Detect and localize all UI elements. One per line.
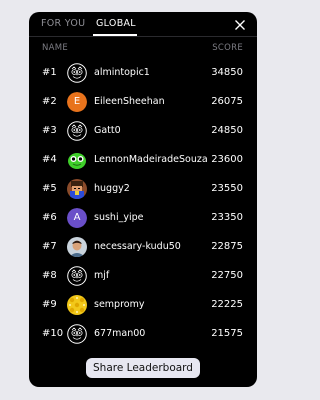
tab-global[interactable]: GLOBAL bbox=[96, 18, 136, 30]
active-tab-indicator bbox=[93, 34, 137, 36]
score-value: 22750 bbox=[211, 270, 243, 281]
avatar-letter[interactable]: A bbox=[67, 208, 87, 228]
score-value: 22875 bbox=[211, 241, 243, 252]
score-value: 23600 bbox=[211, 154, 243, 165]
username[interactable]: almintopic1 bbox=[94, 67, 150, 79]
username[interactable]: necessary-kudu50 bbox=[94, 241, 181, 253]
column-header-score: SCORE bbox=[212, 43, 243, 53]
score-value: 22225 bbox=[211, 299, 243, 310]
username[interactable]: LennonMadeiradeSouza bbox=[94, 154, 208, 166]
owl-icon[interactable] bbox=[67, 266, 87, 286]
rank-label: #2 bbox=[42, 96, 57, 107]
rank-label: #5 bbox=[42, 183, 57, 194]
username[interactable]: sushi_yipe bbox=[94, 212, 143, 224]
avatar-initial: E bbox=[67, 92, 87, 112]
rank-label: #4 bbox=[42, 154, 57, 165]
leaderboard-row[interactable]: #1 almintopic1 34850 bbox=[29, 59, 257, 88]
avatar-initial: A bbox=[67, 208, 87, 228]
username[interactable]: Gatt0 bbox=[94, 125, 121, 137]
leaderboard-panel: FOR YOU GLOBAL NAME SCORE #1 almintopic1 3… bbox=[29, 12, 257, 387]
rank-label: #3 bbox=[42, 125, 57, 136]
leaderboard-row[interactable]: #10 677man00 21575 bbox=[29, 320, 257, 349]
person-photo-avatar[interactable] bbox=[67, 237, 87, 257]
leaderboard-row[interactable]: #3 Gatt0 24850 bbox=[29, 117, 257, 146]
green-creature-icon[interactable] bbox=[67, 150, 87, 170]
rank-label: #9 bbox=[42, 299, 57, 310]
rank-label: #1 bbox=[42, 67, 57, 78]
score-value: 24850 bbox=[211, 125, 243, 136]
score-value: 21575 bbox=[211, 328, 243, 339]
share-leaderboard-button[interactable]: Share Leaderboard bbox=[86, 358, 200, 378]
avatar-letter[interactable]: E bbox=[67, 92, 87, 112]
rank-label: #7 bbox=[42, 241, 57, 252]
owl-icon[interactable] bbox=[67, 121, 87, 141]
leaderboard-row[interactable]: #8 mjf 22750 bbox=[29, 262, 257, 291]
score-value: 23350 bbox=[211, 212, 243, 223]
tab-for-you[interactable]: FOR YOU bbox=[41, 18, 85, 30]
leaderboard-row[interactable]: #2 E EileenSheehan 26075 bbox=[29, 88, 257, 117]
leaderboard-row[interactable]: #5 huggy2 23550 bbox=[29, 175, 257, 204]
username[interactable]: EileenSheehan bbox=[94, 96, 165, 108]
rank-label: #6 bbox=[42, 212, 57, 223]
pixel-character-icon[interactable] bbox=[67, 179, 87, 199]
tab-bar: FOR YOU GLOBAL bbox=[29, 12, 257, 37]
leaderboard-row[interactable]: #4 LennonMadeiradeSouza 23600 bbox=[29, 146, 257, 175]
score-value: 26075 bbox=[211, 96, 243, 107]
score-value: 34850 bbox=[211, 67, 243, 78]
username[interactable]: mjf bbox=[94, 270, 109, 282]
username[interactable]: huggy2 bbox=[94, 183, 130, 195]
yellow-pattern-icon[interactable] bbox=[67, 295, 87, 315]
rank-label: #10 bbox=[42, 328, 64, 339]
score-value: 23550 bbox=[211, 183, 243, 194]
owl-icon[interactable] bbox=[67, 324, 87, 344]
username[interactable]: sempromy bbox=[94, 299, 144, 311]
rank-label: #8 bbox=[42, 270, 57, 281]
column-header-name: NAME bbox=[42, 43, 69, 53]
leaderboard-row[interactable]: #9 sempromy 22225 bbox=[29, 291, 257, 320]
leaderboard-row[interactable]: #7 necessary-kudu50 22875 bbox=[29, 233, 257, 262]
close-icon[interactable] bbox=[233, 17, 247, 31]
leaderboard-row[interactable]: #6 Asushi_yipe 23350 bbox=[29, 204, 257, 233]
owl-icon[interactable] bbox=[67, 63, 87, 83]
username[interactable]: 677man00 bbox=[94, 328, 145, 340]
